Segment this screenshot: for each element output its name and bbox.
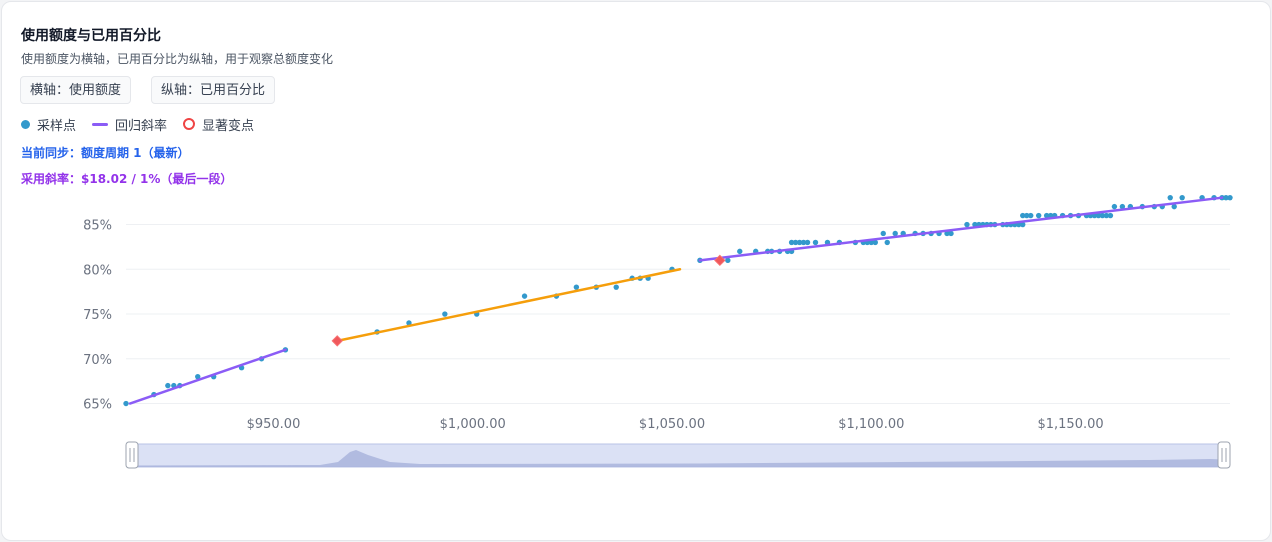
y-tick-label: 65% [83,398,112,413]
y-tick-label: 85% [83,219,112,234]
sample-point [804,239,811,246]
sample-point [1028,212,1034,219]
sample-point [964,221,970,228]
sample-point [1107,212,1114,219]
regression-line-segment-3 [698,196,1224,262]
zoom-handle-left[interactable] [125,441,139,469]
sample-point [573,284,580,290]
changepoint-marker[interactable] [331,335,343,347]
x-tick-label: $1,100.00 [838,417,904,432]
sample-point [884,239,890,246]
regression-line-segment-1 [128,348,287,405]
y-tick-label: 75% [83,308,112,323]
sample-point [1179,194,1185,201]
zoom-handle-right[interactable] [1217,441,1231,469]
y-tick-label: 70% [83,353,112,368]
sample-point [1227,194,1233,201]
sample-point [812,239,819,246]
x-tick-label: $950.00 [247,417,301,432]
sample-point [737,248,743,255]
sample-point [1167,194,1173,201]
sample-point [123,400,129,407]
sample-point [521,293,528,299]
sample-point [1111,203,1118,210]
sample-point [1035,212,1042,219]
y-tick-label: 80% [83,263,112,278]
sample-point [892,230,898,237]
sample-point [880,230,886,237]
scatter-chart: 65% 70% 75% 80% 85% $950.00 $1,000.00 $1,050.00… [83,194,1233,469]
x-tick-label: $1,150.00 [1037,417,1103,432]
sample-point [613,284,619,290]
sample-point [442,311,448,317]
sample-point [165,382,171,389]
x-tick-label: $1,050.00 [639,417,705,432]
x-tick-label: $1,000.00 [440,417,506,432]
regression-line-segment-2 [335,268,682,343]
